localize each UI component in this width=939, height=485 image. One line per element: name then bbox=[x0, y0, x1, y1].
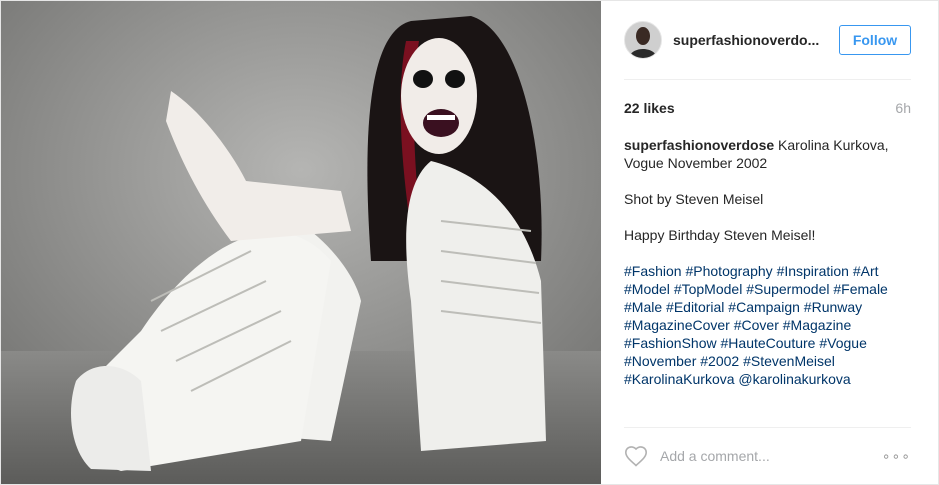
hashtag-link[interactable]: #Art bbox=[853, 263, 879, 279]
hashtag-link[interactable]: #Magazine bbox=[783, 317, 852, 333]
hashtag-link[interactable]: #Male bbox=[624, 299, 662, 315]
fashion-photo-image bbox=[1, 1, 601, 484]
post-time[interactable]: 6h bbox=[895, 100, 911, 116]
hashtag-link[interactable]: #HauteCouture bbox=[721, 335, 816, 351]
hashtag-link[interactable]: #Cover bbox=[734, 317, 779, 333]
post-photo[interactable] bbox=[1, 1, 601, 484]
caption-first-line: superfashionoverdose Karolina Kurkova, V… bbox=[624, 136, 911, 172]
hashtag-link[interactable]: #Fashion bbox=[624, 263, 682, 279]
hashtag-link[interactable]: #FashionShow bbox=[624, 335, 717, 351]
add-comment-input[interactable] bbox=[658, 447, 874, 465]
hashtag-link[interactable]: #StevenMeisel bbox=[743, 353, 835, 369]
hashtag-link[interactable]: #November bbox=[624, 353, 696, 369]
hashtag-link[interactable]: #Model bbox=[624, 281, 670, 297]
likes-count[interactable]: 22 likes bbox=[624, 100, 675, 116]
hashtag-list: #Fashion #Photography #Inspiration #Art … bbox=[624, 262, 911, 388]
caption-username[interactable]: superfashionoverdose bbox=[624, 137, 774, 153]
hashtag-link[interactable]: #Campaign bbox=[728, 299, 800, 315]
post-meta: 22 likes 6h bbox=[624, 100, 911, 116]
instagram-post: superfashionoverdo... Follow 22 likes 6h… bbox=[0, 0, 939, 485]
hashtag-link[interactable]: #Photography bbox=[685, 263, 772, 279]
hashtag-link[interactable]: #Female bbox=[833, 281, 887, 297]
caption-line-2: Shot by Steven Meisel bbox=[624, 191, 764, 207]
hashtag-link[interactable]: #Vogue bbox=[819, 335, 867, 351]
avatar[interactable] bbox=[624, 21, 662, 59]
post-header: superfashionoverdo... Follow bbox=[624, 1, 911, 80]
username-link[interactable]: superfashionoverdo... bbox=[673, 32, 839, 48]
hashtag-link[interactable]: @karolinakurkova bbox=[738, 371, 850, 387]
heart-icon[interactable] bbox=[624, 445, 648, 467]
hashtag-link[interactable]: #Runway bbox=[804, 299, 862, 315]
hashtag-link[interactable]: #KarolinaKurkova bbox=[624, 371, 735, 387]
avatar-icon bbox=[625, 22, 661, 58]
hashtag-link[interactable]: #2002 bbox=[700, 353, 739, 369]
hashtag-link[interactable]: #MagazineCover bbox=[624, 317, 730, 333]
hashtag-link[interactable]: #Editorial bbox=[666, 299, 724, 315]
post-caption: superfashionoverdose Karolina Kurkova, V… bbox=[624, 136, 911, 427]
more-options-icon[interactable]: ∘∘∘ bbox=[882, 448, 911, 465]
caption-line-3: Happy Birthday Steven Meisel! bbox=[624, 227, 816, 243]
comment-footer: ∘∘∘ bbox=[624, 427, 911, 484]
follow-button[interactable]: Follow bbox=[839, 25, 911, 55]
hashtag-link[interactable]: #Supermodel bbox=[746, 281, 829, 297]
hashtag-link[interactable]: #Inspiration bbox=[777, 263, 849, 279]
hashtag-link[interactable]: #TopModel bbox=[674, 281, 743, 297]
post-side-panel: superfashionoverdo... Follow 22 likes 6h… bbox=[601, 1, 938, 484]
